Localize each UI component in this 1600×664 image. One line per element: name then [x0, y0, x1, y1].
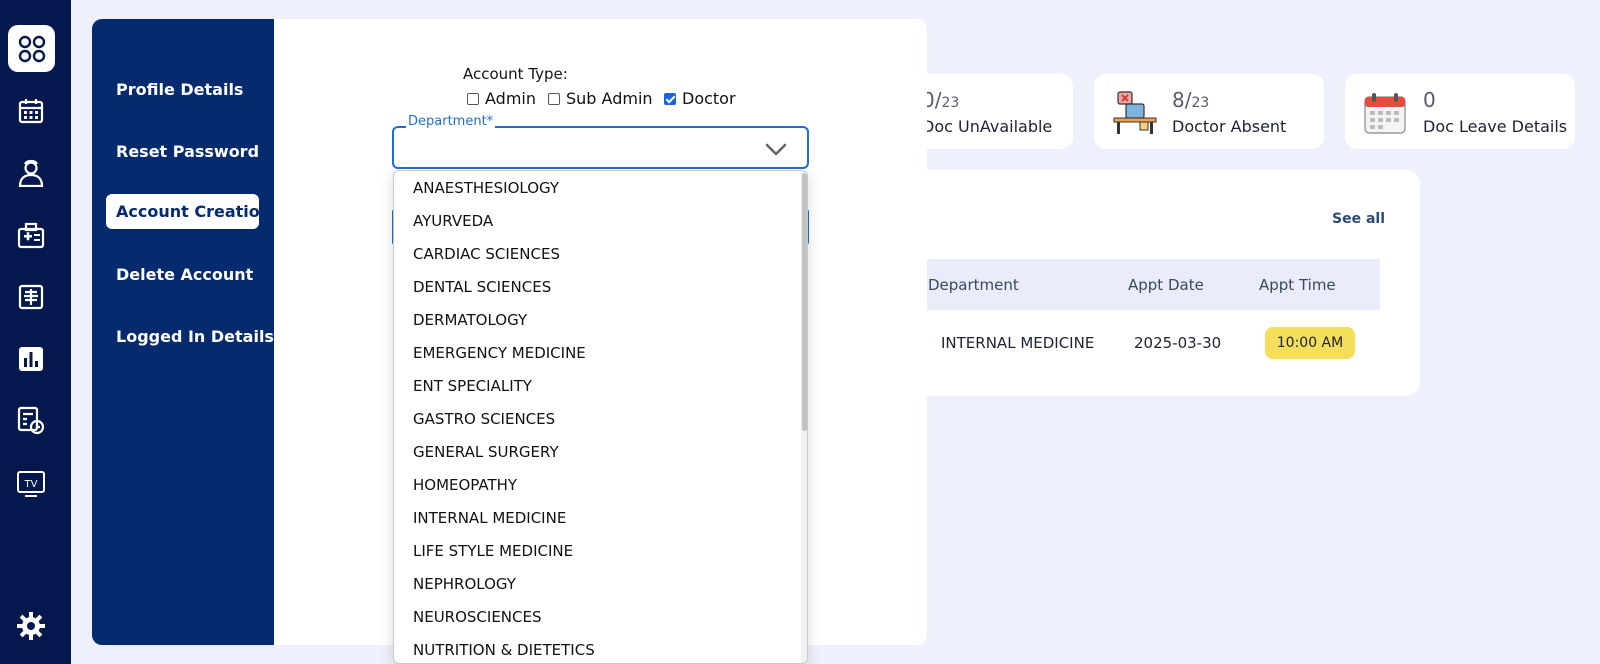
- stat-card-doctor-absent[interactable]: 8/23 Doctor Absent: [1094, 74, 1324, 149]
- checkbox-box[interactable]: [467, 92, 479, 105]
- icon-rail: TV: [0, 0, 71, 664]
- nav-reset-password[interactable]: Reset Password: [116, 142, 259, 161]
- dropdown-option[interactable]: CARDIAC SCIENCES: [413, 245, 560, 263]
- stat-label: Doctor Absent: [1172, 117, 1287, 136]
- dropdown-option[interactable]: INTERNAL MEDICINE: [413, 509, 566, 527]
- doctor-checkbox[interactable]: Doctor: [664, 89, 736, 108]
- department-select[interactable]: [392, 126, 809, 169]
- dropdown-option[interactable]: EMERGENCY MEDICINE: [413, 344, 586, 362]
- appointments-table-header: Department Appt Date Appt Time: [880, 259, 1380, 310]
- tv-icon[interactable]: TV: [15, 468, 47, 500]
- header-appt-time: Appt Time: [1259, 276, 1336, 294]
- department-label: Department*: [406, 114, 496, 129]
- checkbox-box-checked[interactable]: [664, 92, 676, 105]
- gear-icon[interactable]: [15, 610, 47, 642]
- checkbox-label: Sub Admin: [566, 89, 653, 108]
- appt-department: INTERNAL MEDICINE: [941, 334, 1095, 352]
- stat-count: 8/: [1172, 88, 1192, 112]
- dropdown-option[interactable]: NEPHROLOGY: [413, 575, 516, 593]
- stat-label: Doc UnAvailable: [922, 117, 1053, 136]
- nav-account-creation[interactable]: Account Creation: [106, 194, 271, 229]
- nav-profile-details[interactable]: Profile Details: [116, 80, 243, 99]
- header-appt-date: Appt Date: [1128, 276, 1204, 294]
- admin-checkbox[interactable]: Admin: [467, 89, 536, 108]
- nav-logged-in-details[interactable]: Logged In Details: [116, 327, 274, 346]
- medical-id-icon[interactable]: [15, 219, 47, 251]
- dropdown-option[interactable]: HOMEOPATHY: [413, 476, 517, 494]
- apps-icon[interactable]: [8, 25, 55, 72]
- dropdown-option[interactable]: ENT SPECIALITY: [413, 377, 532, 395]
- stat-total: 23: [1191, 95, 1210, 111]
- dropdown-option[interactable]: LIFE STYLE MEDICINE: [413, 542, 573, 560]
- dropdown-scrollbar[interactable]: [801, 171, 807, 663]
- nav-delete-account[interactable]: Delete Account: [116, 265, 253, 284]
- see-all-link[interactable]: See all: [1332, 211, 1385, 227]
- xray-icon[interactable]: [15, 281, 47, 313]
- account-type-label: Account Type:: [463, 65, 568, 83]
- checkbox-box[interactable]: [548, 92, 560, 105]
- calendar-leave-icon: [1363, 91, 1407, 139]
- stat-card-doc-leave[interactable]: 0 Doc Leave Details: [1345, 74, 1575, 149]
- bar-chart-icon[interactable]: [15, 343, 47, 375]
- department-dropdown-list[interactable]: ANAESTHESIOLOGY AYURVEDA CARDIAC SCIENCE…: [393, 170, 808, 664]
- chevron-down-icon[interactable]: [765, 142, 787, 161]
- header-department: Department: [928, 276, 1019, 294]
- scrollbar-thumb[interactable]: [802, 173, 807, 431]
- settings-modal-nav: Profile Details Reset Password Account C…: [92, 19, 274, 645]
- calendar-icon[interactable]: [15, 95, 47, 127]
- dropdown-option[interactable]: GENERAL SURGERY: [413, 443, 559, 461]
- dropdown-option[interactable]: DERMATOLOGY: [413, 311, 527, 329]
- dropdown-option[interactable]: ANAESTHESIOLOGY: [413, 179, 559, 197]
- stat-count: 0: [1423, 88, 1436, 112]
- checkbox-label: Doctor: [682, 89, 736, 108]
- dropdown-option[interactable]: AYURVEDA: [413, 212, 493, 230]
- dropdown-option[interactable]: GASTRO SCIENCES: [413, 410, 555, 428]
- doctor-icon[interactable]: [15, 157, 47, 189]
- desk-absent-icon: [1112, 90, 1158, 140]
- appt-time-badge: 10:00 AM: [1265, 327, 1355, 359]
- billing-clock-icon[interactable]: [15, 405, 47, 437]
- appt-date: 2025-03-30: [1134, 334, 1222, 352]
- svg-text:TV: TV: [24, 479, 38, 490]
- stat-total: 23: [941, 95, 960, 111]
- stat-label: Doc Leave Details: [1423, 117, 1568, 136]
- dropdown-option[interactable]: DENTAL SCIENCES: [413, 278, 551, 296]
- checkbox-label: Admin: [485, 89, 536, 108]
- sub-admin-checkbox[interactable]: Sub Admin: [548, 89, 653, 108]
- dropdown-option[interactable]: NUTRITION & DIETETICS: [413, 641, 595, 659]
- dropdown-option[interactable]: NEUROSCIENCES: [413, 608, 542, 626]
